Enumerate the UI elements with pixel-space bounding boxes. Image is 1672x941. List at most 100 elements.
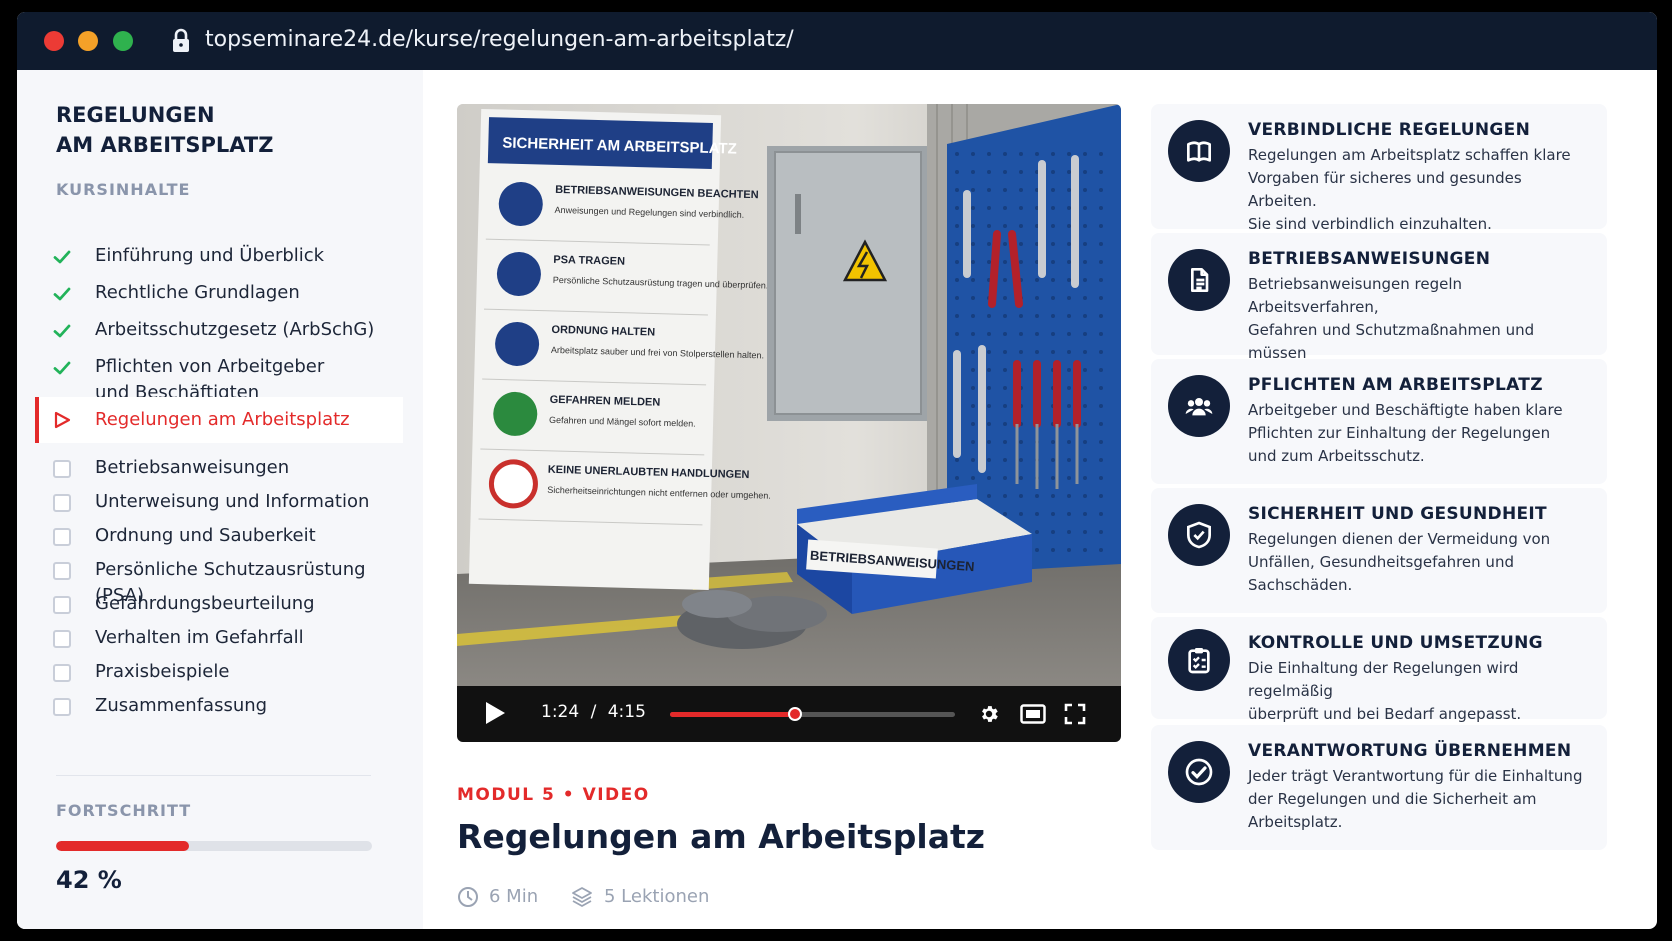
video-duration: 4:15 bbox=[607, 702, 646, 722]
info-card: PFLICHTEN AM ARBEITSPLATZ Arbeitgeber und… bbox=[1151, 359, 1607, 484]
poster-rule-title: PSA TRAGEN bbox=[553, 254, 625, 268]
clock-icon bbox=[458, 887, 478, 907]
address-bar[interactable]: topseminare24.de/kurse/regelungen-am-arb… bbox=[205, 24, 794, 56]
close-window-button[interactable] bbox=[44, 31, 64, 51]
browser-window: topseminare24.de/kurse/regelungen-am-arb… bbox=[17, 12, 1657, 929]
sidebar-item[interactable]: Verhalten im Gefahrfall bbox=[17, 620, 402, 656]
sidebar-item[interactable]: Einführung und Überblick bbox=[17, 238, 402, 274]
sidebar-item-label: Unterweisung und Information bbox=[95, 489, 369, 515]
video-frame: SICHERHEIT AM ARBEITSPLATZ BETRIEBSANWEI… bbox=[457, 104, 1121, 686]
sidebar-item-label-line: Verhalten im Gefahrfall bbox=[95, 627, 304, 648]
video-controls: 1:24 / 4:15 bbox=[457, 686, 1121, 742]
lock-icon bbox=[173, 28, 189, 52]
checkbox-icon bbox=[53, 494, 71, 512]
sidebar-item-label-line: Praxisbeispiele bbox=[95, 661, 230, 682]
sidebar-item[interactable]: Ordnung und Sauberkeit bbox=[17, 518, 402, 554]
course-title-line-2: AM ARBEITSPLATZ bbox=[56, 133, 274, 157]
progress-bar-fill bbox=[56, 841, 189, 851]
info-card-text: Jeder trägt Verantwortung für die Einhal… bbox=[1248, 765, 1593, 834]
course-title-line-1: REGELUNGEN bbox=[56, 103, 215, 127]
current-time: 1:24 bbox=[541, 702, 580, 722]
info-card-title: BETRIEBSANWEISUNGEN bbox=[1248, 249, 1491, 269]
checkbox-icon bbox=[53, 630, 71, 648]
course-title: REGELUNGEN AM ARBEITSPLATZ bbox=[56, 100, 356, 160]
maximize-window-button[interactable] bbox=[113, 31, 133, 51]
theater-mode-icon[interactable] bbox=[1020, 704, 1046, 724]
sidebar-item-label-line: Pflichten von Arbeitgeber bbox=[95, 356, 325, 377]
sidebar-item-label-line: Arbeitsschutzgesetz (ArbSchG) bbox=[95, 319, 375, 340]
sidebar-item[interactable]: Betriebsanweisungen bbox=[17, 450, 402, 486]
sidebar-item-label: Arbeitsschutzgesetz (ArbSchG) bbox=[95, 317, 374, 343]
sidebar-item-label-line: Betriebsanweisungen bbox=[95, 457, 290, 478]
checkmark-icon bbox=[53, 361, 71, 375]
info-card-title: PFLICHTEN AM ARBEITSPLATZ bbox=[1248, 375, 1543, 395]
minimize-window-button[interactable] bbox=[78, 31, 98, 51]
info-card-text-line: Sachschäden. bbox=[1248, 576, 1353, 594]
info-card-text-line: Arbeitgeber und Beschäftigte haben klare bbox=[1248, 401, 1563, 419]
checkmark-icon bbox=[53, 250, 71, 264]
sidebar-item-label: Verhalten im Gefahrfall bbox=[95, 625, 304, 651]
sidebar-item[interactable]: Zusammenfassung bbox=[17, 688, 402, 724]
checkbox-icon bbox=[53, 596, 71, 614]
info-card-text-line: Arbeitsplatz. bbox=[1248, 813, 1343, 831]
fullscreen-icon[interactable] bbox=[1064, 703, 1086, 725]
lesson-title: Regelungen am Arbeitsplatz bbox=[457, 817, 985, 856]
info-card-text-line: Die Einhaltung der Regelungen wird regel… bbox=[1248, 659, 1519, 700]
sidebar-item-label: Einführung und Überblick bbox=[95, 243, 324, 269]
progress-label: FORTSCHRITT bbox=[56, 801, 192, 820]
sidebar-item-label-line: Regelungen am Arbeitsplatz bbox=[95, 409, 350, 430]
progress-value: 42 % bbox=[56, 866, 122, 894]
check-circle-icon bbox=[1168, 741, 1230, 803]
book-icon bbox=[1168, 120, 1230, 182]
sidebar-item[interactable]: Praxisbeispiele bbox=[17, 654, 402, 690]
sidebar-item[interactable]: Regelungen am Arbeitsplatz bbox=[35, 397, 403, 443]
info-card: VERBINDLICHE REGELUNGEN Regelungen am Arb… bbox=[1151, 104, 1607, 233]
sidebar-item-label-line: Zusammenfassung bbox=[95, 695, 268, 716]
sidebar-item[interactable]: Arbeitsschutzgesetz (ArbSchG) bbox=[17, 312, 402, 348]
shield-icon bbox=[1168, 504, 1230, 566]
checkbox-icon bbox=[53, 528, 71, 546]
checkbox-icon bbox=[53, 664, 71, 682]
sidebar-item-label-line: Rechtliche Grundlagen bbox=[95, 282, 300, 303]
browser-titlebar: topseminare24.de/kurse/regelungen-am-arb… bbox=[17, 12, 1657, 70]
poster-rule-icon bbox=[488, 459, 538, 509]
info-card-text-line: Regelungen am Arbeitsplatz schaffen klar… bbox=[1248, 146, 1571, 164]
checkbox-icon bbox=[53, 698, 71, 716]
clipboard-icon bbox=[1168, 629, 1230, 691]
people-icon bbox=[1168, 375, 1230, 437]
info-card-title: KONTROLLE UND UMSETZUNG bbox=[1248, 633, 1543, 653]
info-card: SICHERHEIT UND GESUNDHEIT Regelungen dien… bbox=[1151, 488, 1607, 613]
contents-label: KURSINHALTE bbox=[56, 180, 191, 199]
checkmark-icon bbox=[53, 287, 71, 301]
video-player[interactable]: SICHERHEIT AM ARBEITSPLATZ BETRIEBSANWEI… bbox=[457, 104, 1121, 742]
info-card-text: Regelungen dienen der Vermeidung von Unfä… bbox=[1248, 528, 1593, 597]
gear-icon[interactable] bbox=[978, 703, 1000, 725]
info-card: BETRIEBSANWEISUNGEN Betriebsanweisungen r… bbox=[1151, 233, 1607, 385]
sidebar-item-label-line: Einführung und Überblick bbox=[95, 245, 325, 266]
play-outline-icon bbox=[54, 411, 71, 429]
time-separator: / bbox=[590, 702, 597, 722]
time-display: 1:24 / 4:15 bbox=[541, 702, 646, 722]
play-icon[interactable] bbox=[484, 701, 506, 725]
document-icon bbox=[1168, 249, 1230, 311]
info-card-text: Regelungen am Arbeitsplatz schaffen klar… bbox=[1248, 144, 1593, 236]
sidebar-item[interactable]: Rechtliche Grundlagen bbox=[17, 275, 402, 311]
info-card-text-line: Pflichten zur Einhaltung der Regelungen bbox=[1248, 424, 1551, 442]
info-card: KONTROLLE UND UMSETZUNG Die Einhaltung de… bbox=[1151, 617, 1607, 723]
sidebar-item-label: Gefährdungsbeurteilung bbox=[95, 591, 315, 617]
sidebar-item[interactable]: Persönliche Schutzausrüstung (PSA) bbox=[17, 552, 402, 606]
sidebar-item[interactable]: Unterweisung und Information bbox=[17, 484, 402, 520]
seek-handle[interactable] bbox=[788, 707, 803, 721]
sidebar-item[interactable]: Gefährdungsbeurteilung bbox=[17, 586, 402, 622]
info-card-title: SICHERHEIT UND GESUNDHEIT bbox=[1248, 504, 1547, 524]
course-sidebar: REGELUNGEN AM ARBEITSPLATZ KURSINHALTE E… bbox=[17, 70, 423, 929]
sidebar-item-label-line: Unterweisung und Information bbox=[95, 491, 370, 512]
electrical-cabinet bbox=[767, 146, 927, 421]
sidebar-item-label: Zusammenfassung bbox=[95, 693, 267, 719]
info-card: VERANTWORTUNG ÜBERNEHMEN Jeder trägt Vera… bbox=[1151, 725, 1607, 850]
info-card-text-line: und zum Arbeitsschutz. bbox=[1248, 447, 1425, 465]
seek-bar[interactable] bbox=[670, 707, 955, 721]
sidebar-item-label-line: Gefährdungsbeurteilung bbox=[95, 593, 315, 614]
seek-bar-fill bbox=[670, 712, 796, 717]
info-card-text-line: der Regelungen und die Sicherheit am bbox=[1248, 790, 1537, 808]
